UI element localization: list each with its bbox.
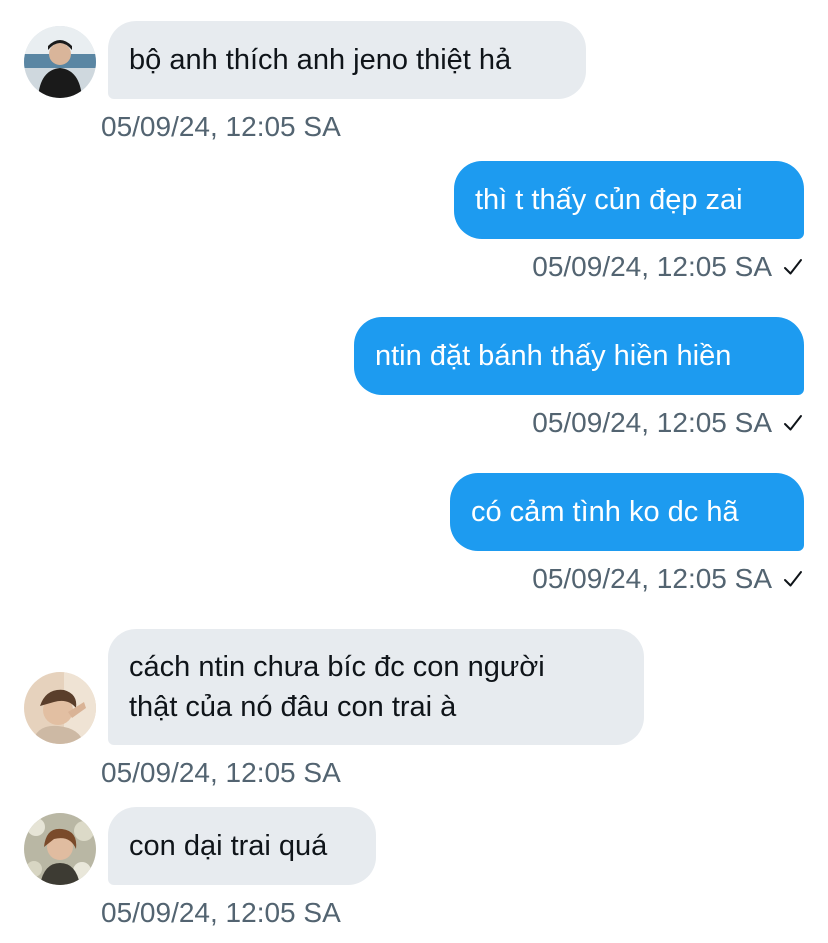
message-timestamp: 05/09/24, 12:05 SA: [101, 110, 341, 144]
sent-check-icon: [782, 256, 804, 278]
message-bubble-incoming[interactable]: cách ntin chưa bíc đc con người thật của…: [108, 629, 644, 745]
timestamp-text: 05/09/24, 12:05 SA: [101, 111, 341, 142]
timestamp-text: 05/09/24, 12:05 SA: [532, 251, 772, 282]
user-avatar-1-icon[interactable]: [24, 26, 96, 98]
message-bubble-incoming[interactable]: bộ anh thích anh jeno thiệt hả: [108, 21, 586, 99]
message-text-line-1: cách ntin chưa bíc đc con người: [129, 651, 545, 683]
timestamp-text: 05/09/24, 12:05 SA: [532, 407, 772, 438]
timestamp-text: 05/09/24, 12:05 SA: [101, 897, 341, 928]
message-bubble-outgoing[interactable]: thì t thấy củn đẹp zai: [454, 161, 804, 239]
sent-check-icon: [782, 568, 804, 590]
message-text: ntin đặt bánh thấy hiền hiền: [375, 340, 732, 372]
dm-conversation-thread: bộ anh thích anh jeno thiệt hả 05/09/24,…: [0, 0, 828, 943]
message-text-line-2: thật của nó đâu con trai à: [129, 691, 457, 723]
message-text: có cảm tình ko dc hã: [471, 496, 739, 528]
message-text: thì t thấy củn đẹp zai: [475, 184, 743, 216]
message-timestamp: 05/09/24, 12:05 SA: [532, 562, 804, 596]
timestamp-text: 05/09/24, 12:05 SA: [532, 563, 772, 594]
message-bubble-incoming[interactable]: con dại trai quá: [108, 807, 376, 885]
user-avatar-3-icon[interactable]: [24, 813, 96, 885]
message-text: bộ anh thích anh jeno thiệt hả: [129, 44, 512, 76]
sent-check-icon: [782, 412, 804, 434]
message-timestamp: 05/09/24, 12:05 SA: [532, 406, 804, 440]
message-text: con dại trai quá: [129, 830, 328, 862]
user-avatar-2-icon[interactable]: [24, 672, 96, 744]
message-bubble-outgoing[interactable]: có cảm tình ko dc hã: [450, 473, 804, 551]
message-timestamp: 05/09/24, 12:05 SA: [101, 756, 341, 790]
message-timestamp: 05/09/24, 12:05 SA: [101, 896, 341, 930]
message-bubble-outgoing[interactable]: ntin đặt bánh thấy hiền hiền: [354, 317, 804, 395]
timestamp-text: 05/09/24, 12:05 SA: [101, 757, 341, 788]
message-timestamp: 05/09/24, 12:05 SA: [532, 250, 804, 284]
